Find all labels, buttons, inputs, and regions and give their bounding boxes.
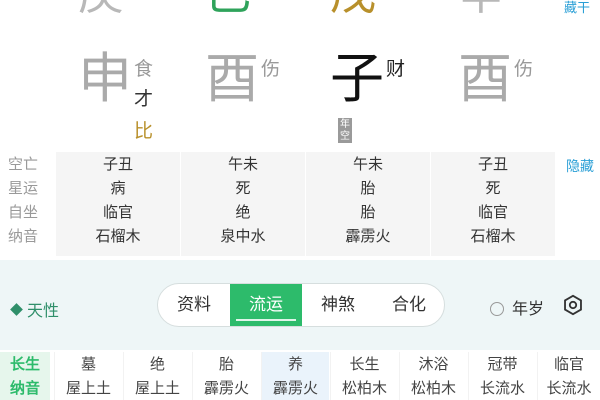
info-cell: 胎 bbox=[360, 203, 376, 221]
fortune-cell: 养 bbox=[287, 355, 303, 373]
ten-god-label: 才 bbox=[134, 88, 154, 110]
fortune-column-2[interactable]: 绝 屋上土 bbox=[123, 352, 191, 400]
fortune-column-5[interactable]: 长生 松柏木 bbox=[330, 352, 398, 400]
fortune-cell: 长流水 bbox=[546, 379, 592, 397]
info-column-1: 子丑 病 临官 石榴木 bbox=[56, 152, 180, 256]
info-cell: 胎 bbox=[360, 179, 376, 197]
fortune-cell: 墓 bbox=[80, 355, 96, 373]
fortune-cell: 松柏木 bbox=[410, 379, 456, 397]
fortune-cell: 胎 bbox=[218, 355, 234, 373]
stem-4: 辛 bbox=[458, 0, 504, 16]
fortune-cell: 屋上土 bbox=[134, 379, 180, 397]
fortune-cell: 冠带 bbox=[487, 355, 518, 373]
info-cell: 子丑 bbox=[102, 155, 133, 173]
stem-2: 己 bbox=[205, 0, 251, 16]
label-kongwang: 空亡 bbox=[8, 155, 39, 173]
fortune-cell: 屋上土 bbox=[65, 379, 111, 397]
info-cell: 石榴木 bbox=[95, 227, 141, 245]
year-void-badge: 年空 bbox=[338, 118, 352, 143]
year-age-label: 年岁 bbox=[512, 299, 545, 318]
stem-3: 戊 bbox=[330, 0, 376, 16]
branch-char: 酉 bbox=[205, 47, 259, 110]
fortune-column-6[interactable]: 沐浴 松柏木 bbox=[399, 352, 467, 400]
fortune-column-8[interactable]: 临官 长流水 bbox=[537, 352, 600, 400]
fortune-cell: 霹雳火 bbox=[272, 379, 318, 397]
info-cell: 午未 bbox=[352, 155, 383, 173]
ten-god-label: 伤 bbox=[261, 58, 281, 80]
branch-char: 子 bbox=[330, 47, 384, 110]
branch-char: 酉 bbox=[458, 47, 512, 110]
header-nayin: 纳音 bbox=[9, 379, 40, 397]
info-cell: 临官 bbox=[102, 203, 133, 221]
info-cell: 子丑 bbox=[477, 155, 508, 173]
fortune-cell: 长流水 bbox=[479, 379, 525, 397]
tab-liuyun[interactable]: 流运 bbox=[230, 284, 302, 326]
fortune-column-7[interactable]: 冠带 长流水 bbox=[468, 352, 536, 400]
fortune-cell: 长生 bbox=[349, 355, 380, 373]
fortune-cell: 临官 bbox=[553, 355, 584, 373]
tab-shensha[interactable]: 神煞 bbox=[302, 284, 374, 326]
info-cell: 死 bbox=[235, 179, 251, 197]
header-changsheng: 长生 bbox=[9, 355, 40, 373]
stem-1: 庚 bbox=[78, 0, 124, 16]
info-cell: 绝 bbox=[235, 203, 251, 221]
branch-char: 申 bbox=[78, 47, 132, 110]
info-column-3: 午未 胎 胎 霹雳火 bbox=[306, 152, 430, 256]
info-column-4: 子丑 死 临官 石榴木 bbox=[431, 152, 555, 256]
fortune-cell: 绝 bbox=[149, 355, 165, 373]
info-cell: 午未 bbox=[227, 155, 258, 173]
fortune-cell: 松柏木 bbox=[341, 379, 387, 397]
fortune-column-4-selected[interactable]: 养 霹雳火 bbox=[261, 352, 329, 400]
tianxing-label: 天性 bbox=[27, 301, 60, 320]
info-cell: 临官 bbox=[477, 203, 508, 221]
fortune-column-1[interactable]: 墓 屋上土 bbox=[54, 352, 122, 400]
hide-info-link[interactable]: 隐藏 bbox=[566, 156, 594, 176]
info-cell: 病 bbox=[110, 179, 126, 197]
tab-ziliao[interactable]: 资料 bbox=[158, 284, 230, 326]
year-age-radio[interactable]: 年岁 bbox=[490, 295, 544, 319]
ten-god-label: 伤 bbox=[514, 58, 534, 80]
ten-god-label: 财 bbox=[386, 58, 406, 80]
tab-hehua[interactable]: 合化 bbox=[374, 284, 444, 326]
fortune-cell: 霹雳火 bbox=[203, 379, 249, 397]
info-row-labels: 空亡 星运 自坐 纳音 bbox=[0, 152, 56, 248]
settings-gear-icon[interactable] bbox=[562, 294, 584, 316]
radio-icon bbox=[490, 302, 504, 316]
info-cell: 石榴木 bbox=[470, 227, 516, 245]
segmented-tabs: 资料 流运 神煞 合化 bbox=[157, 283, 445, 327]
fortune-table-headers: 长生 纳音 bbox=[0, 352, 50, 400]
info-cell: 泉中水 bbox=[220, 227, 266, 245]
active-tab-underline bbox=[236, 319, 296, 321]
label-nayin: 纳音 bbox=[8, 227, 39, 245]
info-column-2: 午未 死 绝 泉中水 bbox=[181, 152, 305, 256]
tianxing-button[interactable]: 天性 bbox=[10, 297, 60, 321]
ten-god-label: 食 bbox=[134, 58, 154, 80]
fortune-cell: 沐浴 bbox=[418, 355, 449, 373]
info-cell: 霹雳火 bbox=[345, 227, 391, 245]
hide-hidden-stems-link[interactable]: 藏干 bbox=[564, 0, 590, 16]
label-xingyun: 星运 bbox=[8, 179, 39, 197]
label-zizuo: 自坐 bbox=[8, 203, 39, 221]
fortune-table: 长生 纳音 墓 屋上土 绝 屋上土 胎 霹雳火 养 霹雳火 长生 松柏木 沐浴 … bbox=[0, 352, 600, 400]
pillar-info-table: 空亡 星运 自坐 纳音 子丑 病 临官 石榴木 午未 死 绝 泉中水 午未 胎 … bbox=[0, 152, 600, 258]
diamond-icon bbox=[10, 303, 23, 316]
info-cell: 死 bbox=[485, 179, 501, 197]
ten-god-label: 比 bbox=[134, 120, 154, 142]
fortune-column-3[interactable]: 胎 霹雳火 bbox=[192, 352, 260, 400]
analysis-toolbar: 天性 资料 流运 神煞 合化 年岁 bbox=[0, 260, 600, 350]
heavenly-stems-row: 庚 己 戊 辛 藏干 bbox=[0, 0, 600, 22]
